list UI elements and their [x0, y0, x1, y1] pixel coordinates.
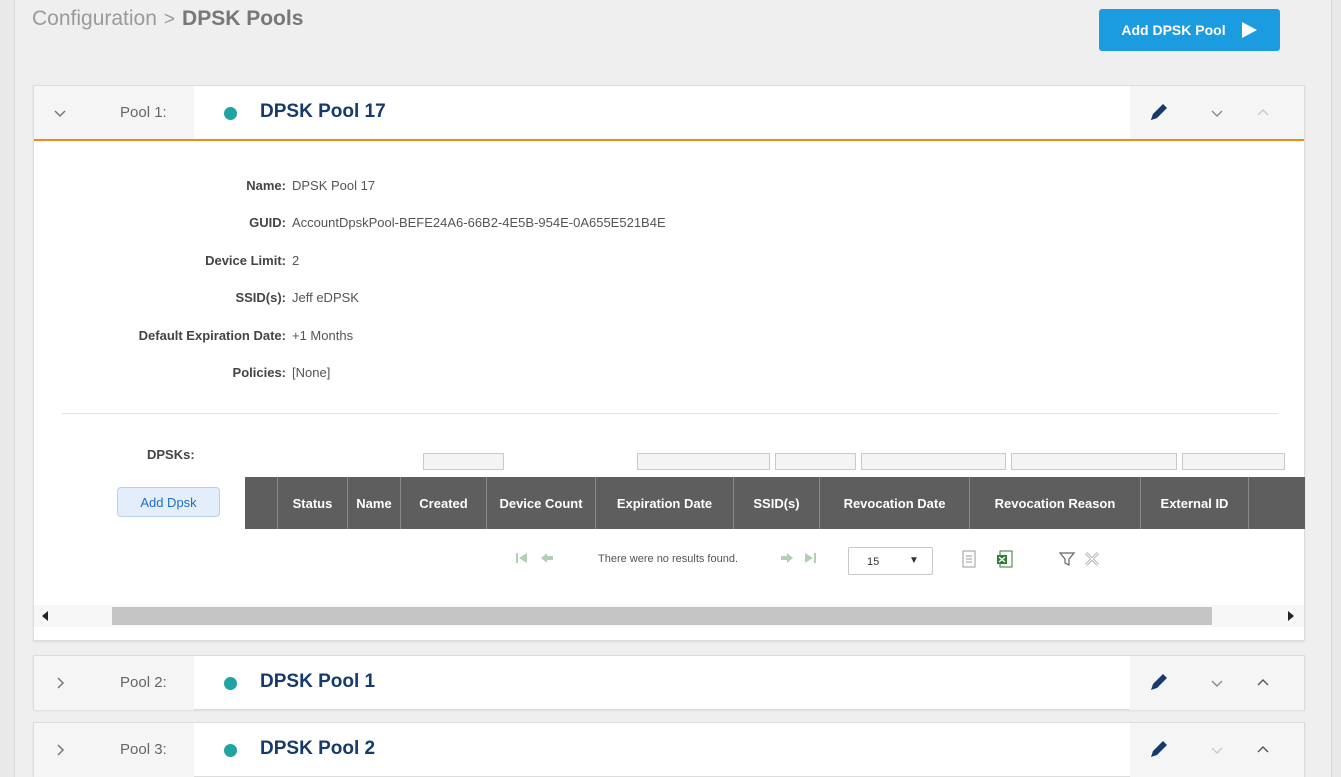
detail-label: Name: [246, 178, 286, 193]
column-select[interactable] [245, 477, 278, 529]
dpsks-label: DPSKs: [147, 447, 195, 462]
filter-input-external-id[interactable] [1182, 453, 1285, 470]
detail-value: [None] [292, 365, 331, 380]
chevron-down-icon[interactable] [52, 105, 68, 121]
detail-value: AccountDpskPool-BEFE24A6-66B2-4E5B-954E-… [292, 215, 666, 230]
pencil-edit-icon[interactable] [1148, 738, 1170, 760]
pool-title[interactable]: DPSK Pool 17 [260, 101, 386, 123]
page-size-value: 15 [867, 556, 880, 568]
selected-indicator [34, 139, 1304, 141]
filter-input-created[interactable] [423, 453, 504, 470]
status-dot [224, 677, 237, 690]
dpsk-table-header: Status Name Created Device Count Expirat… [245, 477, 1305, 529]
column-device-count[interactable]: Device Count [487, 477, 596, 529]
pool-title[interactable]: DPSK Pool 2 [260, 738, 375, 760]
pool-title[interactable]: DPSK Pool 1 [260, 671, 375, 693]
detail-label: SSID(s): [235, 290, 286, 305]
pool-header-2[interactable]: Pool 2: DPSK Pool 1 [34, 656, 1304, 710]
empty-message: There were no results found. [598, 553, 739, 565]
pencil-edit-icon[interactable] [1148, 101, 1170, 123]
column-external-id[interactable]: External ID [1141, 477, 1249, 529]
add-dpsk-button[interactable]: Add Dpsk [117, 487, 220, 517]
detail-label: Default Expiration Date: [138, 328, 286, 343]
filter-input-revocation-date[interactable] [861, 453, 1006, 470]
detail-value: Jeff eDPSK [292, 290, 359, 305]
next-page-icon[interactable] [780, 552, 794, 564]
pool-card-3: Pool 3: DPSK Pool 2 [33, 722, 1305, 777]
breadcrumb-parent[interactable]: Configuration [32, 7, 157, 30]
pool-header-1[interactable]: Pool 1: DPSK Pool 17 [34, 86, 1304, 140]
detail-value: +1 Months [292, 328, 354, 343]
pool-number: Pool 2: [120, 674, 167, 691]
breadcrumb-separator: > [163, 9, 176, 30]
caret-down-icon: ▼ [909, 555, 919, 566]
section-divider [62, 413, 1278, 414]
move-down-chevron-icon[interactable] [1210, 106, 1224, 120]
status-dot [224, 107, 237, 120]
export-excel-icon[interactable] [996, 550, 1014, 568]
column-expiration-date[interactable]: Expiration Date [596, 477, 734, 529]
column-revocation-date[interactable]: Revocation Date [820, 477, 970, 529]
column-status[interactable]: Status [278, 477, 348, 529]
play-arrow-icon [1241, 22, 1257, 38]
detail-value: DPSK Pool 17 [292, 178, 376, 193]
filter-input-revocation-reason[interactable] [1011, 453, 1177, 470]
move-down-chevron-icon[interactable] [1210, 676, 1224, 690]
horizontal-scrollbar[interactable] [34, 605, 1304, 627]
column-name[interactable]: Name [348, 477, 401, 529]
page-size-select[interactable]: 15 ▼ [848, 547, 933, 575]
column-spacer [1249, 477, 1305, 529]
detail-label: Policies: [232, 365, 286, 380]
chevron-right-icon[interactable] [52, 742, 68, 758]
move-down-chevron-icon[interactable] [1210, 743, 1224, 757]
scrollbar-thumb[interactable] [112, 607, 1212, 625]
column-created[interactable]: Created [401, 477, 487, 529]
add-dpsk-pool-label: Add DPSK Pool [1121, 22, 1226, 38]
breadcrumb-current: DPSK Pools [182, 7, 304, 30]
pool-card-1: Pool 1: DPSK Pool 17 Name: DPSK Pool 17 … [33, 85, 1305, 641]
last-page-icon[interactable] [803, 552, 817, 564]
pool-header-3[interactable]: Pool 3: DPSK Pool 2 [34, 723, 1304, 777]
scroll-left-icon[interactable] [42, 611, 48, 621]
add-dpsk-label: Add Dpsk [140, 494, 197, 510]
move-up-chevron-icon[interactable] [1256, 743, 1270, 757]
pool-number: Pool 1: [120, 104, 167, 121]
pager: There were no results found. 15 ▼ [34, 544, 1304, 575]
move-up-chevron-icon[interactable] [1256, 106, 1270, 120]
prev-page-icon[interactable] [540, 552, 554, 564]
detail-label: GUID: [249, 215, 286, 230]
status-dot [224, 744, 237, 757]
pool-number: Pool 3: [120, 741, 167, 758]
filter-icon[interactable] [1058, 550, 1076, 568]
pencil-edit-icon[interactable] [1148, 671, 1170, 693]
add-dpsk-pool-button[interactable]: Add DPSK Pool [1099, 9, 1280, 51]
clear-filter-icon[interactable] [1083, 550, 1101, 568]
filter-input-expiration-date[interactable] [637, 453, 770, 470]
chevron-right-icon[interactable] [52, 675, 68, 691]
export-csv-icon[interactable] [960, 550, 978, 568]
pool-card-2: Pool 2: DPSK Pool 1 [33, 655, 1305, 710]
first-page-icon[interactable] [515, 552, 529, 564]
filter-input-ssids[interactable] [775, 453, 856, 470]
column-ssids[interactable]: SSID(s) [734, 477, 820, 529]
detail-label: Device Limit: [205, 253, 286, 268]
column-revocation-reason[interactable]: Revocation Reason [970, 477, 1141, 529]
scroll-right-icon[interactable] [1288, 611, 1294, 621]
breadcrumb: Configuration > DPSK Pools [32, 7, 303, 31]
move-up-chevron-icon[interactable] [1256, 676, 1270, 690]
detail-value: 2 [292, 253, 300, 268]
